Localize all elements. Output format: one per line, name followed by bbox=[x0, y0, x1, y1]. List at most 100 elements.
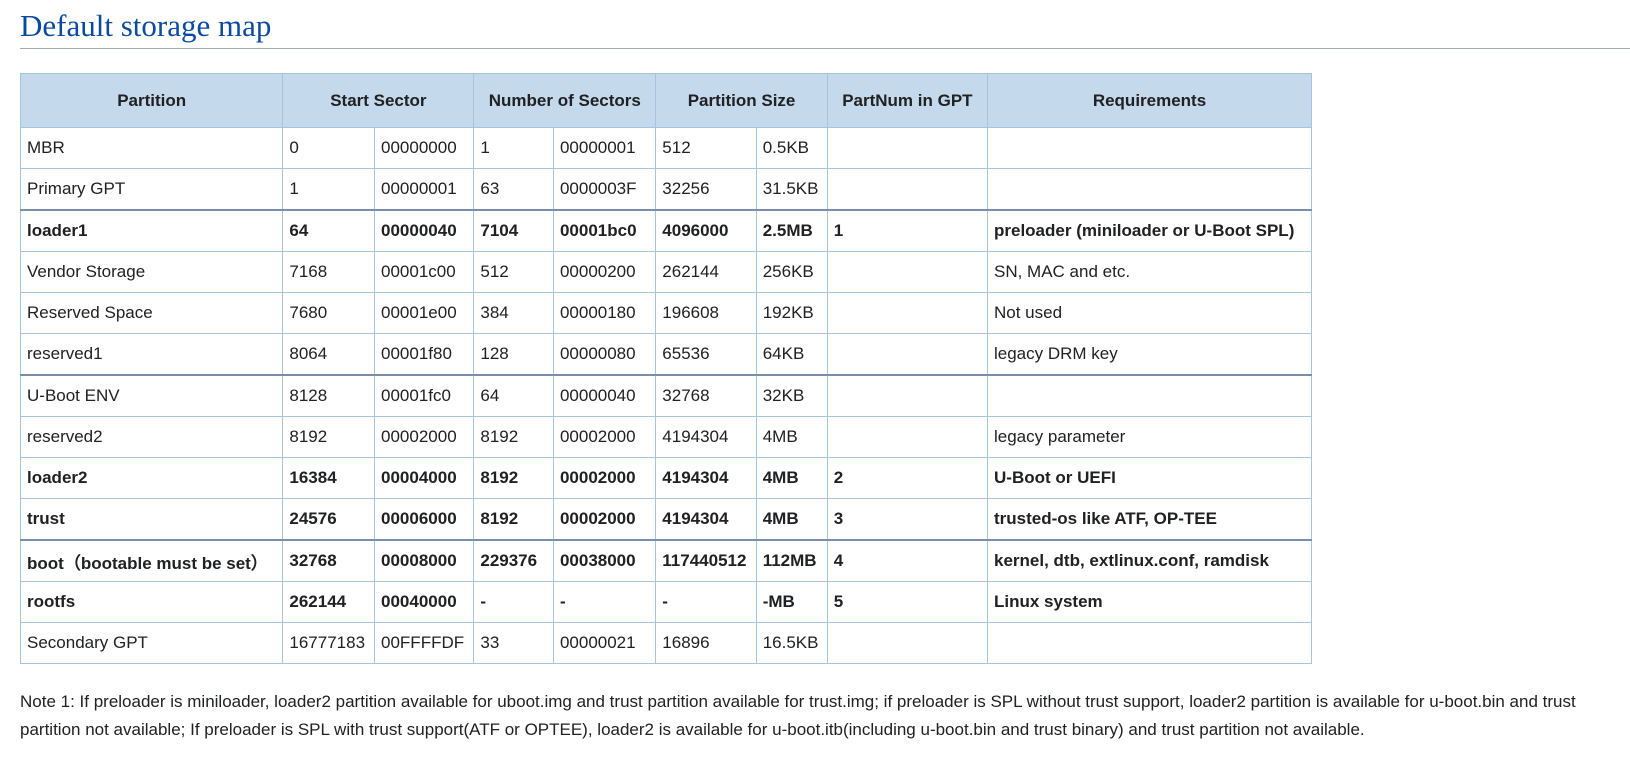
table-row: Reserved Space 7680 00001e00 384 00000180 196… bbox=[19, 292, 1312, 334]
partnum-cell: 4 bbox=[826, 539, 989, 582]
table-row: Vendor Storage 7168 00001c00 512 00000200 262… bbox=[19, 251, 1312, 293]
num-sectors-hex-cell: 00001bc0 bbox=[552, 209, 657, 252]
start-sector-hex-cell: 00004000 bbox=[374, 457, 475, 499]
partnum-cell: 1 bbox=[826, 209, 989, 252]
start-sector-dec-cell: 1 bbox=[282, 168, 376, 211]
start-sector-dec-cell: 64 bbox=[282, 209, 376, 252]
num-sectors-dec-cell: 33 bbox=[473, 622, 554, 664]
start-sector-dec-cell: 8128 bbox=[282, 374, 376, 417]
partnum-cell bbox=[826, 374, 989, 417]
requirements-cell: legacy DRM key bbox=[987, 333, 1312, 376]
table-row: loader1 64 00000040 7104 00001bc0 4096000 2.5M… bbox=[19, 209, 1312, 252]
size-bytes-cell: 32768 bbox=[655, 374, 757, 417]
start-sector-hex-cell: 00040000 bbox=[374, 581, 475, 623]
num-sectors-hex-cell: 00002000 bbox=[552, 498, 657, 541]
table-row: MBR 0 00000000 1 00000001 512 0.5KB bbox=[19, 127, 1312, 169]
num-sectors-dec-cell: 8192 bbox=[473, 457, 554, 499]
requirements-cell bbox=[987, 622, 1312, 664]
start-sector-hex-cell: 00001fc0 bbox=[374, 374, 475, 417]
requirements-cell: preloader (miniloader or U-Boot SPL) bbox=[987, 209, 1312, 252]
table-row: U-Boot ENV 8128 00001fc0 64 00000040 32768 32K… bbox=[19, 374, 1312, 417]
num-sectors-dec-cell: 64 bbox=[473, 374, 554, 417]
header-partition: Partition bbox=[19, 73, 284, 128]
partition-cell: reserved2 bbox=[19, 416, 284, 458]
partition-cell: Secondary GPT bbox=[19, 622, 284, 664]
size-bytes-cell: 4096000 bbox=[655, 209, 757, 252]
size-human-cell: 32KB bbox=[755, 374, 828, 417]
size-human-cell: 256KB bbox=[755, 251, 828, 293]
partnum-cell: 5 bbox=[826, 581, 989, 623]
partition-cell: Vendor Storage bbox=[19, 251, 284, 293]
table-row: rootfs 262144 00040000- - - -MB 5 Linux system bbox=[19, 581, 1312, 623]
size-human-cell: 0.5KB bbox=[755, 127, 828, 169]
start-sector-dec-cell: 32768 bbox=[282, 539, 376, 582]
start-sector-dec-cell: 262144 bbox=[282, 581, 376, 623]
num-sectors-hex-cell: 00000001 bbox=[552, 127, 657, 169]
size-bytes-cell: 65536 bbox=[655, 333, 757, 376]
size-bytes-cell: 512 bbox=[655, 127, 757, 169]
partition-cell: trust bbox=[19, 498, 284, 541]
table-row: reserved1 8064 00001f80 128 00000080 65536 64K… bbox=[19, 333, 1312, 376]
num-sectors-dec-cell: 128 bbox=[473, 333, 554, 376]
partition-cell: loader1 bbox=[19, 209, 284, 252]
start-sector-hex-cell: 00002000 bbox=[374, 416, 475, 458]
size-human-cell: 4MB bbox=[755, 498, 828, 541]
start-sector-hex-cell: 00001c00 bbox=[374, 251, 475, 293]
size-bytes-cell: 117440512 bbox=[655, 539, 757, 582]
table-row: trust 24576 00006000 8192 00002000 4194304 4MB… bbox=[19, 498, 1312, 541]
partnum-cell bbox=[826, 251, 989, 293]
page: Default storage map Partition Start Sect… bbox=[0, 0, 1630, 744]
start-sector-hex-cell: 00000040 bbox=[374, 209, 475, 252]
requirements-cell: kernel, dtb, extlinux.conf, ramdisk bbox=[987, 539, 1312, 582]
requirements-cell bbox=[987, 168, 1312, 211]
start-sector-hex-cell: 00001e00 bbox=[374, 292, 475, 334]
num-sectors-dec-cell: - bbox=[473, 581, 554, 623]
header-requirements: Requirements bbox=[987, 73, 1312, 128]
size-bytes-cell: 4194304 bbox=[655, 457, 757, 499]
num-sectors-dec-cell: 8192 bbox=[473, 498, 554, 541]
start-sector-dec-cell: 7168 bbox=[282, 251, 376, 293]
partition-cell: boot（bootable must be set） bbox=[19, 539, 284, 582]
start-sector-hex-cell: 00000000 bbox=[374, 127, 475, 169]
partition-cell: Primary GPT bbox=[19, 168, 284, 211]
num-sectors-hex-cell: 00002000 bbox=[552, 457, 657, 499]
partition-cell: rootfs bbox=[19, 581, 284, 623]
start-sector-dec-cell: 16777183 bbox=[282, 622, 376, 664]
size-bytes-cell: 32256 bbox=[655, 168, 757, 211]
partnum-cell bbox=[826, 416, 989, 458]
table-row: Secondary GPT 16777183 00FFFFDF 33 00000021 1… bbox=[19, 622, 1312, 664]
page-title: Default storage map bbox=[20, 0, 1630, 49]
size-bytes-cell: 196608 bbox=[655, 292, 757, 334]
size-human-cell: 64KB bbox=[755, 333, 828, 376]
partnum-cell bbox=[826, 292, 989, 334]
size-human-cell: 31.5KB bbox=[755, 168, 828, 211]
num-sectors-hex-cell: - bbox=[552, 581, 657, 623]
start-sector-hex-cell: 00001f80 bbox=[374, 333, 475, 376]
start-sector-hex-cell: 00FFFFDF bbox=[374, 622, 475, 664]
start-sector-dec-cell: 24576 bbox=[282, 498, 376, 541]
size-bytes-cell: 262144 bbox=[655, 251, 757, 293]
size-human-cell: 4MB bbox=[755, 457, 828, 499]
partition-cell: reserved1 bbox=[19, 333, 284, 376]
partnum-cell bbox=[826, 127, 989, 169]
partnum-cell bbox=[826, 168, 989, 211]
size-human-cell: 192KB bbox=[755, 292, 828, 334]
size-human-cell: 2.5MB bbox=[755, 209, 828, 252]
num-sectors-hex-cell: 00000180 bbox=[552, 292, 657, 334]
requirements-cell bbox=[987, 127, 1312, 169]
num-sectors-hex-cell: 00038000 bbox=[552, 539, 657, 582]
start-sector-hex-cell: 00000001 bbox=[374, 168, 475, 211]
start-sector-dec-cell: 0 bbox=[282, 127, 376, 169]
table-body: MBR 0 00000000 1 00000001 512 0.5KB Primary GPT… bbox=[19, 127, 1312, 664]
requirements-cell: U-Boot or UEFI bbox=[987, 457, 1312, 499]
requirements-cell: SN, MAC and etc. bbox=[987, 251, 1312, 293]
table-row: boot（bootable must be set） 32768 00008000 2… bbox=[19, 539, 1312, 582]
start-sector-hex-cell: 00006000 bbox=[374, 498, 475, 541]
table-row: loader2 16384 00004000 8192 00002000 4194304 4… bbox=[19, 457, 1312, 499]
size-human-cell: 112MB bbox=[755, 539, 828, 582]
requirements-cell: Not used bbox=[987, 292, 1312, 334]
start-sector-dec-cell: 8064 bbox=[282, 333, 376, 376]
partnum-cell bbox=[826, 622, 989, 664]
num-sectors-dec-cell: 63 bbox=[473, 168, 554, 211]
storage-map-table: Partition Start Sector Number of Sectors… bbox=[19, 73, 1312, 664]
